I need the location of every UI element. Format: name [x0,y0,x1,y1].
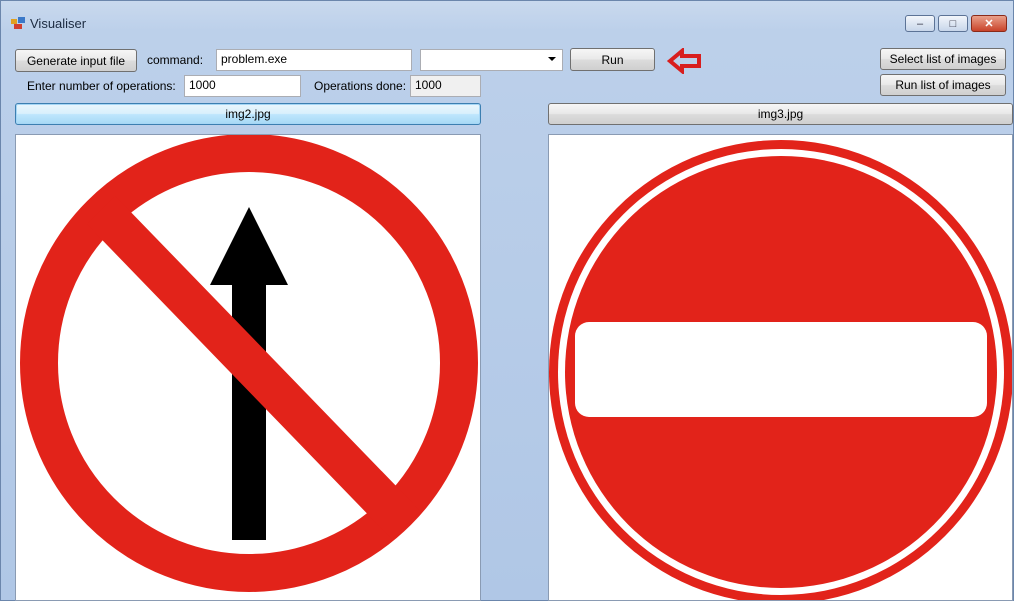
left-image-header-button[interactable]: img2.jpg [15,103,481,125]
operations-count-input[interactable]: 1000 [184,75,301,97]
right-image-header-button[interactable]: img3.jpg [548,103,1013,125]
close-icon: ✕ [984,18,994,30]
app-icon [11,17,25,29]
run-target-select[interactable] [420,49,563,71]
red-arrow-left-icon [667,48,701,74]
command-input[interactable]: problem.exe [216,49,412,71]
select-list-of-images-label: Select list of images [889,52,997,66]
run-list-of-images-button[interactable]: Run list of images [880,74,1006,96]
close-button[interactable]: ✕ [971,15,1007,32]
maximize-button[interactable]: □ [938,15,968,32]
operations-done-field: 1000 [410,75,481,97]
right-image-panel [548,134,1013,601]
command-label: command: [147,53,204,67]
no-straight-ahead-sign-icon [20,135,478,592]
generate-input-file-label: Generate input file [26,53,126,68]
operations-done-label: Operations done: [314,79,407,93]
run-label: Run [601,52,624,67]
window-title: Visualiser [30,16,87,31]
title-bar[interactable]: Visualiser – □ ✕ [1,1,1013,41]
app-window: Visualiser – □ ✕ Generate input file com… [0,0,1014,601]
minimize-icon: – [916,17,924,30]
run-list-of-images-label: Run list of images [895,78,991,92]
maximize-icon: □ [949,17,957,30]
left-image-panel [15,134,481,601]
left-image-header-label: img2.jpg [225,107,271,121]
right-image-header-label: img3.jpg [757,107,804,121]
generate-input-file-button[interactable]: Generate input file [15,49,137,72]
minimize-button[interactable]: – [905,15,935,32]
select-list-of-images-button[interactable]: Select list of images [880,48,1006,70]
no-entry-sign-icon [549,140,1012,600]
run-button[interactable]: Run [570,48,655,71]
chevron-down-icon[interactable] [548,57,556,61]
operations-count-label: Enter number of operations: [27,79,176,93]
